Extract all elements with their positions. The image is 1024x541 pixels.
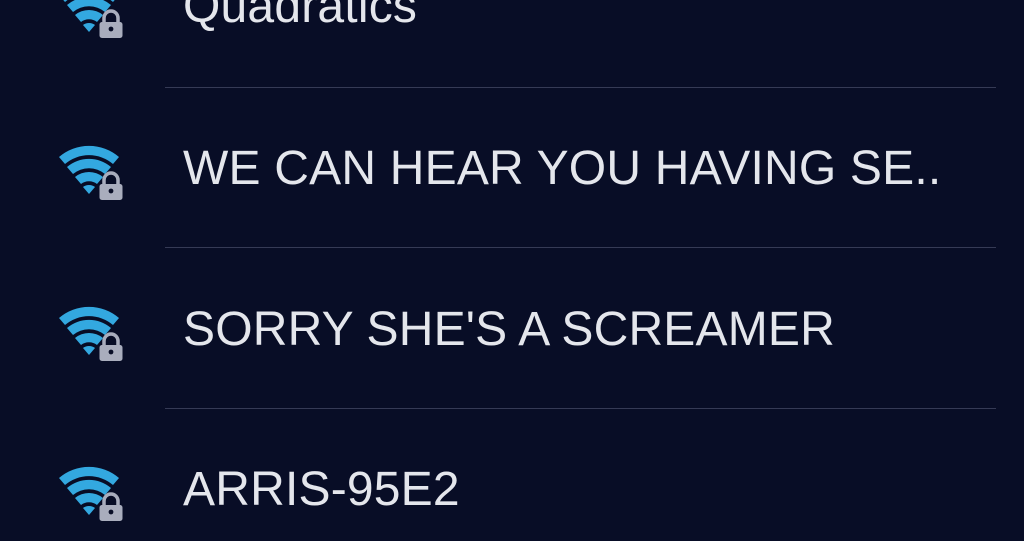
wifi-network-item[interactable]: Quadratics: [0, 0, 1024, 47]
network-name: SORRY SHE'S A SCREAMER: [183, 303, 836, 356]
divider: [165, 87, 996, 88]
wifi-secured-icon: [56, 0, 128, 38]
wifi-network-item[interactable]: WE CAN HEAR YOU HAVING SE..: [0, 129, 1024, 209]
wifi-network-item[interactable]: ARRIS-95E2: [0, 450, 1024, 530]
wifi-secured-icon: [56, 140, 128, 200]
wifi-network-item[interactable]: SORRY SHE'S A SCREAMER: [0, 290, 1024, 370]
network-name: ARRIS-95E2: [183, 463, 460, 516]
divider: [165, 247, 996, 248]
divider: [165, 408, 996, 409]
network-name: WE CAN HEAR YOU HAVING SE..: [183, 142, 942, 195]
wifi-secured-icon: [56, 301, 128, 361]
network-name: Quadratics: [183, 0, 418, 33]
wifi-secured-icon: [56, 461, 128, 521]
wifi-network-list: Quadratics WE CAN HEAR YOU HAVING SE.. S…: [0, 0, 1024, 541]
